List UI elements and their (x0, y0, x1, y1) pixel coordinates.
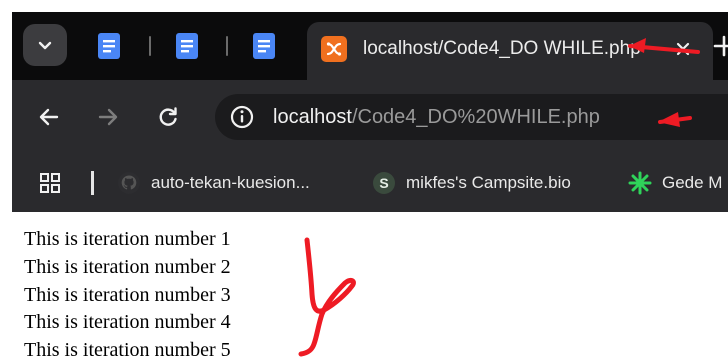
info-icon (230, 105, 254, 129)
bookmark-gede[interactable]: Gede M (628, 168, 722, 198)
bookmark-label: mikfes's Campsite.bio (406, 173, 571, 192)
pinned-tab-docs-2[interactable] (174, 32, 200, 60)
docs-icon (98, 33, 120, 59)
tab-separator (149, 36, 151, 56)
docs-icon (176, 33, 198, 59)
sparkle-icon (628, 171, 652, 195)
tab-close-button[interactable] (669, 35, 697, 63)
reload-icon (159, 107, 177, 126)
output-line: This is iteration number 1 (24, 228, 231, 250)
output-line: This is iteration number 5 (24, 339, 231, 358)
browser-chrome: localhost/Code4_DO WHILE.php localhost/C… (12, 12, 728, 212)
output-line: This is iteration number 4 (24, 311, 231, 334)
apps-grid-icon (40, 173, 60, 193)
bookmark-auto-tekan[interactable]: auto-tekan-kuesion... (117, 168, 310, 198)
pinned-tab-docs-3[interactable] (251, 32, 277, 60)
new-tab-button[interactable] (712, 34, 728, 58)
docs-icon (253, 33, 275, 59)
active-tab[interactable]: localhost/Code4_DO WHILE.php (307, 22, 713, 80)
bookmark-campsite[interactable]: S mikfes's Campsite.bio (372, 168, 571, 198)
arrow-left-icon (39, 108, 59, 126)
arrow-right-icon (98, 108, 118, 126)
screenshot: localhost/Code4_DO WHILE.php localhost/C… (0, 0, 728, 358)
output-line: This is iteration number 3 (24, 283, 231, 306)
site-info-button[interactable] (229, 104, 255, 130)
url-host: localhost (273, 106, 352, 128)
apps-button[interactable] (37, 170, 63, 196)
chevron-down-icon (38, 41, 52, 50)
close-icon (676, 42, 690, 56)
page-content: This is iteration number 1 This is itera… (24, 226, 324, 358)
address-url: localhost/Code4_DO%20WHILE.php (273, 102, 600, 132)
tab-search-button[interactable] (23, 24, 67, 66)
back-button[interactable] (34, 102, 64, 132)
bookmarks-separator (91, 171, 94, 195)
address-bar[interactable]: localhost/Code4_DO%20WHILE.php (215, 94, 728, 140)
pinned-tab-docs-1[interactable] (96, 32, 122, 60)
output-line: This is iteration number 2 (24, 255, 231, 278)
campsite-icon: S (373, 172, 395, 194)
tab-separator (226, 36, 228, 56)
svg-text:S: S (379, 175, 388, 191)
bookmark-label: auto-tekan-kuesion... (151, 173, 310, 192)
reload-button[interactable] (153, 102, 183, 132)
bookmarks-bar: auto-tekan-kuesion... S mikfes's Campsit… (12, 154, 728, 212)
tab-strip: localhost/Code4_DO WHILE.php (12, 12, 728, 80)
tab-title: localhost/Code4_DO WHILE.php (363, 38, 641, 59)
github-icon (118, 172, 140, 194)
plus-icon (713, 35, 728, 57)
forward-button[interactable] (93, 102, 123, 132)
xampp-icon (321, 36, 347, 62)
toolbar: localhost/Code4_DO%20WHILE.php (12, 80, 728, 154)
bookmark-label: Gede M (662, 173, 723, 192)
url-path: /Code4_DO%20WHILE.php (351, 106, 600, 128)
